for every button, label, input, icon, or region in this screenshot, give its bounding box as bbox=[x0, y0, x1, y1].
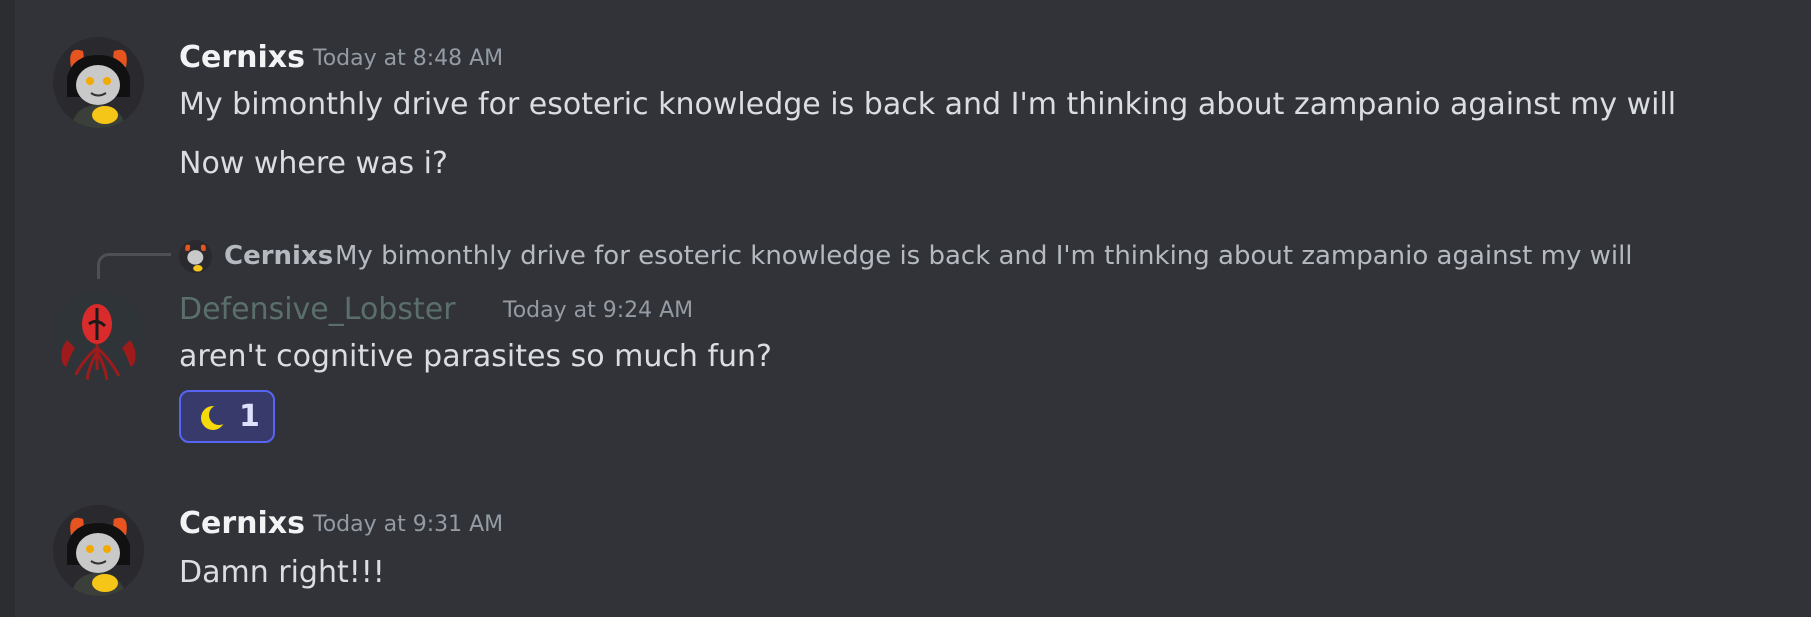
message-author[interactable]: Defensive_Lobster bbox=[179, 292, 456, 328]
message-author[interactable]: Cernixs bbox=[179, 506, 305, 542]
reply-connector bbox=[97, 253, 171, 279]
left-panel-edge bbox=[0, 0, 15, 617]
message-timestamp: Today at 8:48 AM bbox=[313, 46, 504, 71]
message-text: Damn right!!! bbox=[179, 555, 385, 590]
reaction-count: 1 bbox=[239, 399, 260, 434]
message-timestamp: Today at 9:24 AM bbox=[503, 298, 694, 323]
crescent-moon-icon bbox=[201, 405, 227, 430]
cernixs-avatar[interactable] bbox=[53, 505, 144, 596]
message-text: My bimonthly drive for esoteric knowledg… bbox=[179, 87, 1677, 122]
message-text: Now where was i? bbox=[179, 146, 448, 181]
reply-preview-text[interactable]: My bimonthly drive for esoteric knowledg… bbox=[335, 240, 1633, 272]
reply-avatar[interactable] bbox=[179, 240, 212, 273]
chat-messages: Cernixs Today at 8:48 AM My bimonthly dr… bbox=[15, 0, 1811, 617]
cernixs-avatar[interactable] bbox=[53, 37, 144, 128]
message-author[interactable]: Cernixs bbox=[179, 40, 305, 76]
message-timestamp: Today at 9:31 AM bbox=[313, 512, 504, 537]
message-text: aren't cognitive parasites so much fun? bbox=[179, 339, 772, 374]
reply-author[interactable]: Cernixs bbox=[224, 240, 333, 272]
reaction-button[interactable]: 1 bbox=[179, 390, 275, 443]
defensive-lobster-avatar[interactable] bbox=[53, 290, 144, 381]
